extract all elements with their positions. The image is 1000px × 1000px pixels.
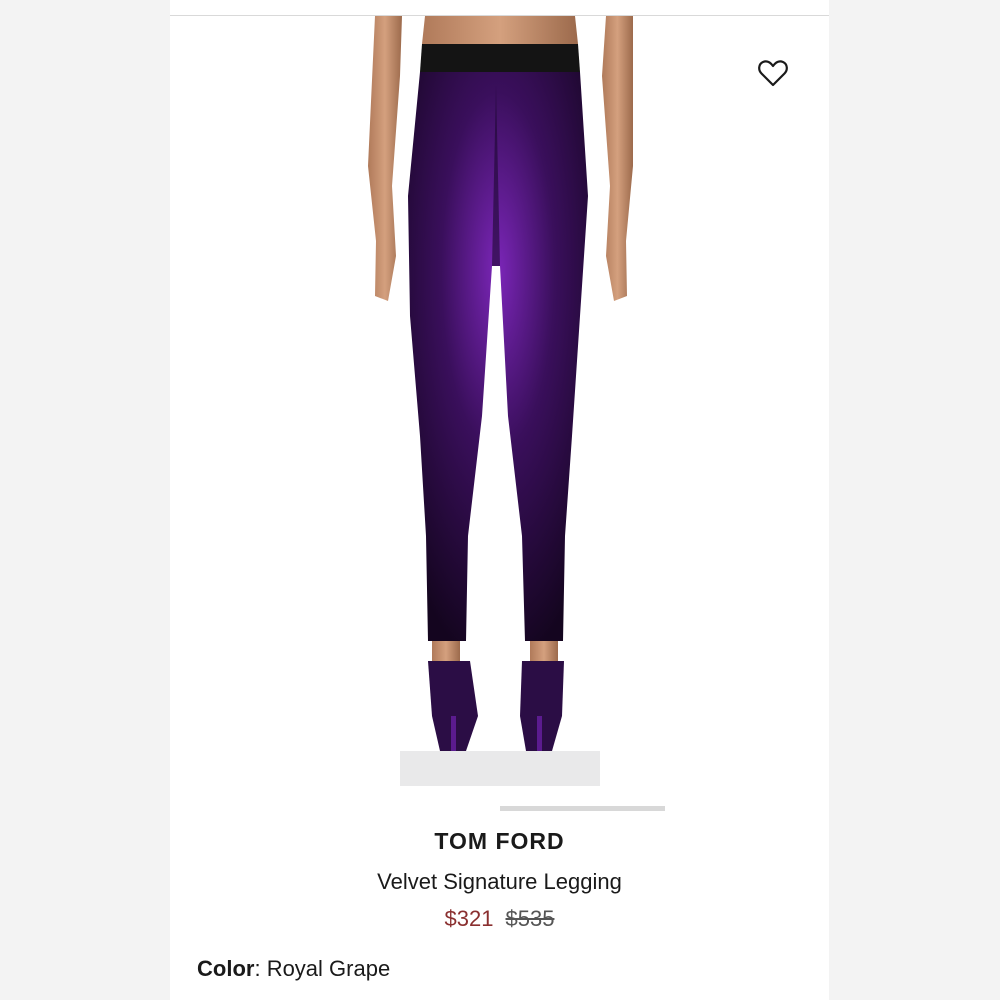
original-price: $535	[505, 906, 555, 931]
heart-outline-icon	[758, 60, 788, 87]
product-image[interactable]	[170, 16, 829, 786]
price-block: $321 $535	[170, 906, 829, 932]
right-margin	[829, 0, 1000, 1000]
product-brand[interactable]: TOM FORD	[170, 828, 829, 855]
sale-price: $321	[444, 906, 494, 931]
left-margin	[0, 0, 170, 1000]
color-label: Color	[197, 956, 255, 981]
favorite-button[interactable]	[755, 56, 791, 90]
color-separator: :	[254, 956, 267, 981]
image-carousel-indicator[interactable]	[500, 806, 665, 811]
color-value: Royal Grape	[266, 956, 391, 981]
color-info: Color: Royal Grape	[197, 956, 390, 982]
product-name: Velvet Signature Legging	[377, 869, 622, 894]
product-card: TOM FORD Velvet Signature Legging $321 $5…	[170, 0, 829, 1000]
